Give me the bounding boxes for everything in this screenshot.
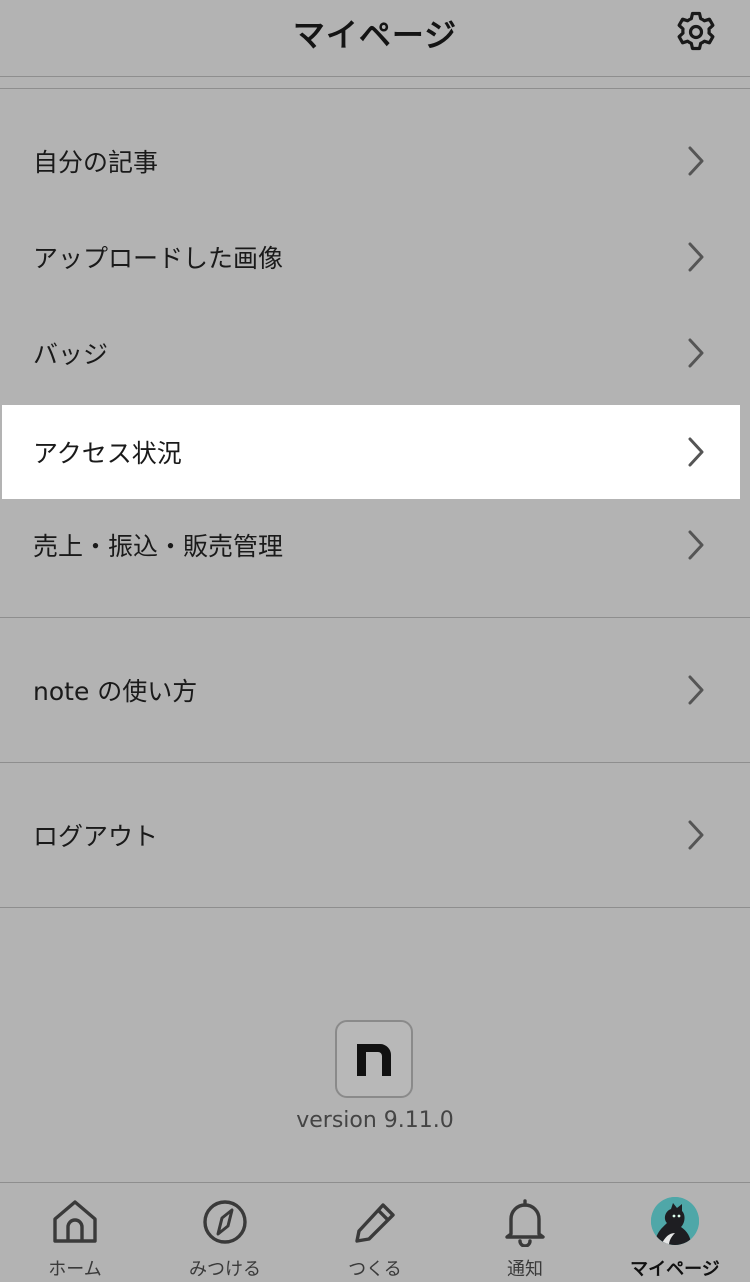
menu-item-access-stats[interactable]: アクセス状況 (2, 405, 740, 499)
menu-item-label: アップロードした画像 (33, 244, 284, 273)
menu-item-logout[interactable]: ログアウト (0, 788, 750, 882)
chevron-right-icon (684, 436, 708, 468)
tab-discover[interactable]: みつける (150, 1183, 300, 1282)
home-icon (49, 1197, 101, 1247)
menu-item-how-to-use[interactable]: note の使い方 (0, 643, 750, 737)
tab-home[interactable]: ホーム (0, 1183, 150, 1282)
bell-icon (499, 1197, 551, 1247)
tab-label: つくる (348, 1259, 402, 1280)
gear-icon (677, 11, 715, 51)
menu-item-uploaded-images[interactable]: アップロードした画像 (0, 210, 750, 304)
header-divider (0, 88, 750, 89)
version-label: version 9.11.0 (296, 1108, 454, 1133)
menu-item-my-articles[interactable]: 自分の記事 (0, 114, 750, 208)
menu-item-label: note の使い方 (33, 677, 198, 706)
chevron-right-icon (684, 819, 708, 851)
tab-label: ホーム (48, 1259, 102, 1280)
menu-item-badges[interactable]: バッジ (0, 306, 750, 400)
section-divider (0, 762, 750, 763)
section-divider (0, 617, 750, 618)
tab-mypage[interactable]: マイページ (600, 1183, 750, 1282)
chevron-right-icon (684, 529, 708, 561)
pencil-icon (349, 1197, 401, 1247)
menu-item-sales-management[interactable]: 売上・振込・販売管理 (0, 498, 750, 592)
menu-item-label: 売上・振込・販売管理 (33, 532, 284, 561)
section-divider (0, 907, 750, 908)
avatar (651, 1197, 699, 1245)
chevron-right-icon (684, 145, 708, 177)
compass-icon (199, 1197, 251, 1247)
cat-avatar-icon (651, 1197, 699, 1245)
page-title: マイページ (292, 16, 458, 54)
chevron-right-icon (684, 241, 708, 273)
tab-create[interactable]: つくる (300, 1183, 450, 1282)
chevron-right-icon (684, 337, 708, 369)
note-logo-icon (357, 1044, 391, 1076)
tab-notifications[interactable]: 通知 (450, 1183, 600, 1282)
tab-label: みつける (189, 1259, 261, 1280)
tab-label: 通知 (507, 1259, 543, 1280)
app-logo (335, 1020, 413, 1098)
menu-item-label: バッジ (33, 340, 109, 369)
chevron-right-icon (684, 674, 708, 706)
tab-bar: ホーム みつける つくる 通知 マイページ (0, 1182, 750, 1282)
settings-button[interactable] (672, 8, 720, 56)
tab-label: マイページ (630, 1259, 720, 1280)
menu-item-label: アクセス状況 (33, 439, 182, 468)
menu-item-label: 自分の記事 (33, 148, 159, 177)
nav-header: マイページ (0, 0, 750, 77)
menu-item-label: ログアウト (33, 822, 159, 851)
